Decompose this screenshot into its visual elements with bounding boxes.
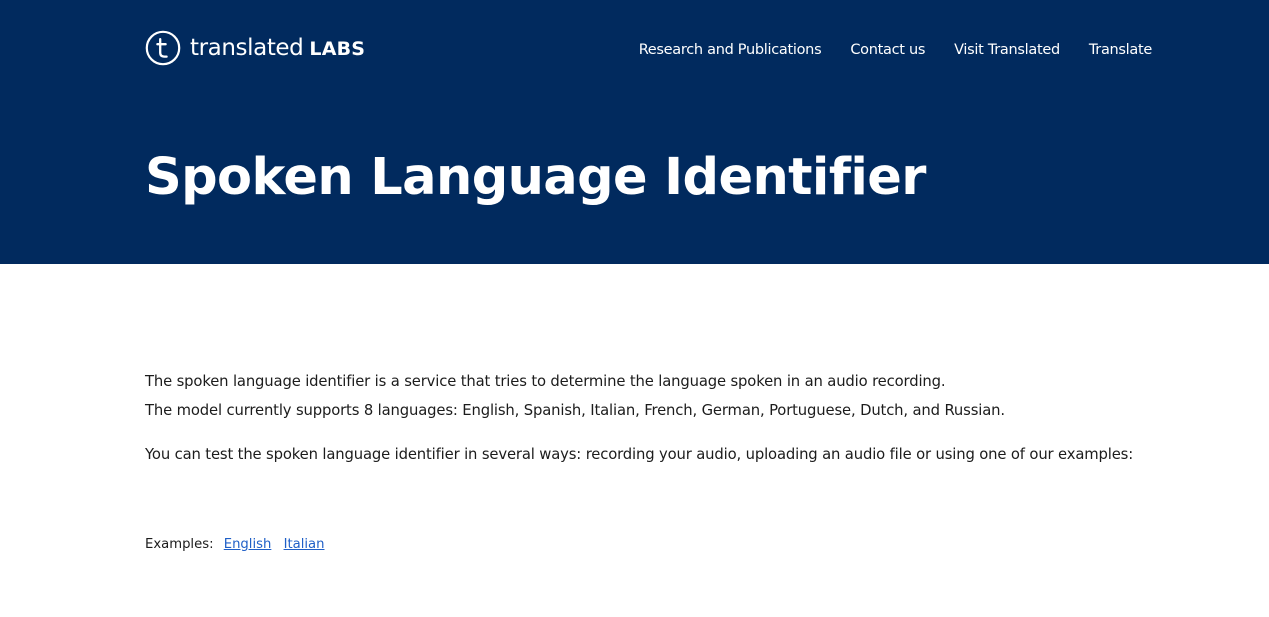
- nav-translate[interactable]: Translate: [1089, 40, 1152, 60]
- page-title: Spoken Language Identifier: [145, 148, 926, 207]
- nav-visit-translated[interactable]: Visit Translated: [954, 40, 1060, 60]
- site-logo[interactable]: translated LABS: [145, 30, 365, 66]
- intro-line-2: The model currently supports 8 languages…: [145, 402, 1005, 419]
- examples-label: Examples:: [145, 537, 214, 552]
- site-header: translated LABS Research and Publication…: [0, 0, 1269, 264]
- logo-wordmark: translated: [190, 35, 304, 61]
- nav-research-and-publications[interactable]: Research and Publications: [639, 40, 822, 60]
- example-link-english[interactable]: English: [224, 537, 272, 552]
- intro-paragraph: The spoken language identifier is a serv…: [145, 367, 1135, 425]
- ways-paragraph: You can test the spoken language identif…: [145, 446, 1134, 463]
- examples-row: Examples: English Italian: [145, 535, 324, 555]
- main-content: The spoken language identifier is a serv…: [145, 367, 1135, 469]
- translated-logo-icon: [145, 30, 181, 66]
- logo-labs-suffix: LABS: [309, 38, 366, 60]
- nav-contact-us[interactable]: Contact us: [850, 40, 925, 60]
- main-nav: Research and Publications Contact us Vis…: [639, 40, 1153, 60]
- example-link-italian[interactable]: Italian: [284, 537, 325, 552]
- intro-line-1: The spoken language identifier is a serv…: [145, 373, 946, 390]
